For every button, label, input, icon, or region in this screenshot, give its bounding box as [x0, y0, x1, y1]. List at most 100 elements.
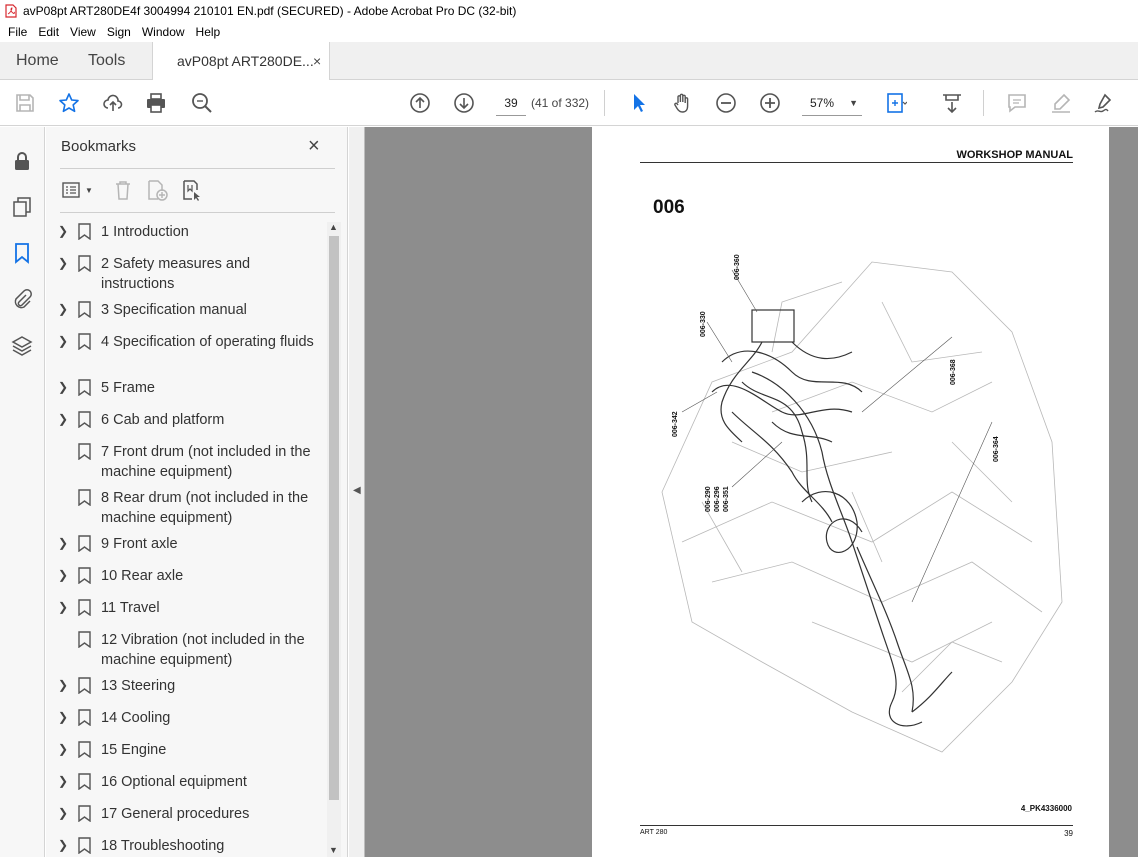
bookmark-icon [78, 837, 91, 854]
page-number-input[interactable]: 39 [496, 90, 526, 116]
menu-sign[interactable]: Sign [107, 25, 131, 39]
chevron-right-icon[interactable]: ❯ [58, 412, 68, 426]
bookmark-icon [78, 677, 91, 694]
bookmark-icon [78, 535, 91, 552]
bookmark-icon [78, 223, 91, 240]
upload-icon[interactable] [101, 91, 125, 115]
bookmark-label: 12 Vibration (not included in the machin… [101, 632, 305, 668]
bookmark-label: 10 Rear axle [101, 568, 184, 584]
bookmarks-panel: Bookmarks × ▼ ❯ 1 Introduction ❯ 2 Safet… [46, 127, 348, 857]
sign-icon[interactable] [1092, 91, 1116, 115]
bookmark-label: 2 Safety measures and instructions [101, 256, 251, 292]
bookmark-label: 5 Frame [101, 380, 155, 396]
bookmark-label: 7 Front drum (not included in the machin… [101, 444, 311, 480]
search-zoom-icon[interactable] [190, 91, 214, 115]
chevron-right-icon[interactable]: ❯ [58, 710, 68, 724]
callout-label: 006-360 [734, 254, 741, 280]
new-bookmark-icon[interactable] [146, 177, 168, 203]
chevron-right-icon[interactable]: ❯ [58, 256, 68, 270]
bookmark-label: 17 General procedures [101, 806, 250, 822]
collapse-panel-icon[interactable]: ◀ [353, 485, 361, 496]
options-menu-button[interactable]: ▼ [61, 177, 93, 203]
callout-label: 006-342 [672, 411, 679, 437]
attachment-icon[interactable] [10, 287, 34, 311]
toolbar-divider [983, 90, 984, 116]
bookmark-icon [78, 443, 91, 460]
lock-icon[interactable] [10, 149, 34, 173]
scrollbar-thumb[interactable] [329, 236, 339, 800]
scroll-mode-icon[interactable] [940, 91, 964, 115]
left-rail [0, 127, 45, 857]
footer-model: ART 280 [640, 829, 668, 836]
scroll-up-icon[interactable]: ▲ [329, 222, 338, 232]
chevron-right-icon[interactable]: ❯ [58, 838, 68, 852]
callout-label: 006-330 [700, 311, 707, 337]
zoom-select[interactable]: 57% ▼ [802, 90, 862, 116]
bookmark-label: 3 Specification manual [101, 302, 247, 318]
panel-close-button[interactable]: × [308, 135, 320, 158]
chevron-right-icon[interactable]: ❯ [58, 774, 68, 788]
chevron-right-icon[interactable]: ❯ [58, 380, 68, 394]
fit-page-icon[interactable] [884, 91, 908, 115]
hand-icon[interactable] [670, 91, 694, 115]
comment-icon[interactable] [1005, 91, 1029, 115]
tab-document[interactable]: avP08pt ART280DE... × [152, 42, 330, 81]
toolbar-divider [604, 90, 605, 116]
pages-icon[interactable] [10, 195, 34, 219]
callout-label: 006-296 [714, 486, 721, 512]
menu-file[interactable]: File [8, 25, 27, 39]
title-bar: avP08pt ART280DE4f 3004994 210101 EN.pdf… [0, 0, 1138, 22]
bookmark-label: 18 Troubleshooting [101, 838, 225, 854]
page-up-icon[interactable] [408, 91, 432, 115]
figure-id: 4_PK4336000 [1020, 804, 1072, 813]
bookmark-scrollbar[interactable]: ▲ ▼ [327, 222, 341, 857]
chevron-right-icon[interactable]: ❯ [58, 678, 68, 692]
chevron-right-icon[interactable]: ❯ [58, 302, 68, 316]
menu-edit[interactable]: Edit [38, 25, 59, 39]
save-icon[interactable] [13, 91, 37, 115]
bookmark-icon [78, 301, 91, 318]
layers-icon[interactable] [10, 334, 34, 358]
bookmark-icon [78, 411, 91, 428]
panel-splitter[interactable]: ◀ [349, 127, 365, 857]
chevron-right-icon[interactable]: ❯ [58, 600, 68, 614]
bookmark-label: 6 Cab and platform [101, 412, 225, 428]
bookmark-panel-icon[interactable] [10, 241, 34, 265]
page-down-icon[interactable] [452, 91, 476, 115]
tab-close-button[interactable]: × [313, 42, 321, 80]
chevron-right-icon[interactable]: ❯ [58, 806, 68, 820]
chevron-right-icon[interactable]: ❯ [58, 568, 68, 582]
print-icon[interactable] [144, 91, 168, 115]
scroll-down-icon[interactable]: ▼ [329, 845, 338, 855]
zoom-value: 57% [810, 96, 835, 110]
tab-home[interactable]: Home [16, 42, 59, 80]
window-title: avP08pt ART280DE4f 3004994 210101 EN.pdf… [23, 4, 517, 18]
find-bookmark-icon[interactable] [181, 177, 203, 203]
tab-bar: Home Tools avP08pt ART280DE... × [0, 42, 1138, 81]
page-header: WORKSHOP MANUAL [956, 149, 1073, 161]
select-cursor-icon[interactable] [627, 91, 651, 115]
chevron-right-icon[interactable]: ❯ [58, 742, 68, 756]
zoom-in-icon[interactable] [758, 91, 782, 115]
menu-window[interactable]: Window [142, 25, 185, 39]
chevron-right-icon[interactable]: ❯ [58, 536, 68, 550]
pdf-page: WORKSHOP MANUAL 006 006-360 006-330 006-… [592, 127, 1109, 857]
bookmark-label: 4 Specification of operating fluids [101, 334, 314, 350]
pdf-icon [5, 4, 17, 18]
menu-help[interactable]: Help [196, 25, 221, 39]
zoom-out-icon[interactable] [714, 91, 738, 115]
callout-label: 006-290 [705, 486, 712, 512]
delete-bookmark-icon[interactable] [112, 177, 134, 203]
star-icon[interactable] [57, 91, 81, 115]
bookmark-icon [78, 709, 91, 726]
divider [60, 168, 335, 169]
tab-tools[interactable]: Tools [88, 42, 125, 80]
menu-view[interactable]: View [70, 25, 96, 39]
chevron-right-icon[interactable]: ❯ [58, 224, 68, 238]
bookmark-icon [78, 333, 91, 350]
bookmark-icon [78, 489, 91, 506]
divider [60, 212, 335, 213]
chevron-right-icon[interactable]: ❯ [58, 334, 68, 348]
highlight-icon[interactable] [1049, 91, 1073, 115]
callout-label: 006-368 [950, 359, 957, 385]
